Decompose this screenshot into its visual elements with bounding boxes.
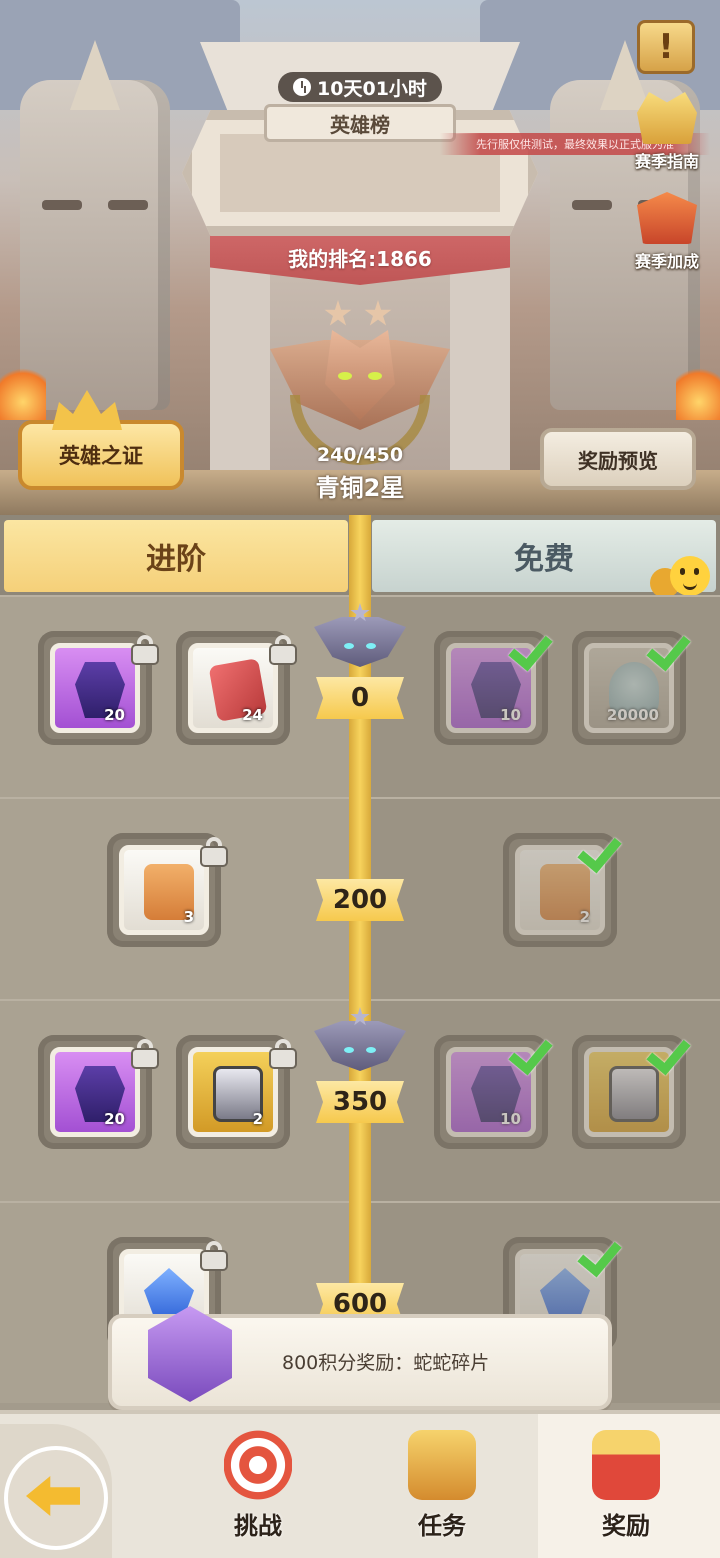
reward-preview-button[interactable]: 奖励预览 (540, 428, 696, 490)
check-icon (581, 831, 627, 865)
reward-card: 2 (188, 1047, 278, 1137)
chat-bubble-icon (648, 556, 712, 600)
helmet-icon (637, 192, 697, 244)
free-reward-item[interactable]: 20000 (572, 631, 686, 745)
nav-tasks[interactable]: 任务 (382, 1430, 502, 1558)
reward-quantity: 20 (104, 1110, 125, 1128)
nav-tasks-label: 任务 (418, 1512, 466, 1540)
milestone-points: 200 (316, 879, 404, 921)
wolf-milestone-icon (314, 1007, 406, 1073)
crown-icon (637, 92, 697, 144)
reward-card: 3 (119, 845, 209, 935)
free-reward-item[interactable]: 10 (434, 631, 548, 745)
bottom-nav: 挑战 任务 奖励 (0, 1410, 720, 1558)
reward-quantity: 10 (500, 1110, 521, 1128)
hero-proof-button[interactable]: 英雄之证 (18, 390, 184, 490)
target-icon (224, 1430, 292, 1500)
nav-challenge-label: 挑战 (234, 1512, 282, 1540)
clock-icon (293, 78, 312, 96)
reward-quantity: 2 (252, 1110, 263, 1128)
lock-icon (270, 635, 296, 663)
star-icon (364, 300, 392, 326)
reward-quantity: 20 (104, 706, 125, 724)
reward-quantity: 10 (500, 706, 521, 724)
season-guide-label: 赛季指南 (634, 152, 699, 171)
free-reward-item[interactable]: 2 (503, 833, 617, 947)
treasure-chest-icon (609, 1066, 659, 1122)
reward-quantity: 24 (242, 706, 263, 724)
advanced-reward-item[interactable]: 24 (176, 631, 295, 745)
advanced-reward-item[interactable]: 20 (38, 1035, 157, 1149)
progress-rail (349, 515, 371, 595)
my-rank: 我的排名:1866 (288, 247, 432, 271)
reward-track[interactable]: 20 24 10 20000 0 3 2 200 20 2 10 350 600 (0, 595, 720, 1410)
reward-card: 20 (50, 643, 140, 733)
check-icon (512, 1033, 558, 1067)
advanced-reward-item[interactable]: 2 (176, 1035, 295, 1149)
wolf-milestone-icon (314, 603, 406, 669)
season-timer: 10天01小时 (278, 72, 442, 102)
nav-rewards-label: 奖励 (602, 1512, 650, 1540)
reward-quantity: 2 (579, 908, 590, 926)
reward-quantity: 20000 (606, 706, 659, 724)
announcement-button[interactable]: ! (637, 20, 695, 74)
leaderboard-title[interactable]: 英雄榜 (264, 104, 456, 142)
tab-advanced-label: 进阶 (146, 542, 206, 577)
next-reward-text: 800积分奖励：蛇蛇碎片 (282, 1352, 490, 1374)
nav-rewards[interactable]: 奖励 (566, 1430, 686, 1558)
wolf-eye (338, 372, 352, 380)
check-icon (581, 1235, 627, 1269)
advanced-reward-item[interactable]: 20 (38, 631, 157, 745)
nav-challenge[interactable]: 挑战 (198, 1430, 318, 1558)
milestone-points: 0 (316, 677, 404, 719)
torch-flame (676, 360, 720, 420)
hero-proof-label: 英雄之证 (59, 444, 143, 468)
lock-icon (132, 635, 158, 663)
next-reward-tooltip[interactable]: 800积分奖励：蛇蛇碎片 (108, 1306, 612, 1410)
reward-card: 24 (188, 643, 278, 733)
snake-hero-portrait-icon (148, 1306, 232, 1402)
timer-text: 10天01小时 (317, 77, 427, 100)
milestone-points: 350 (316, 1081, 404, 1123)
check-icon (650, 1033, 696, 1067)
tab-free-label: 免费 (514, 542, 574, 577)
reward-preview-label: 奖励预览 (578, 448, 658, 473)
lock-icon (132, 1039, 158, 1067)
tab-advanced[interactable]: 进阶 (4, 520, 348, 592)
advanced-reward-item[interactable]: 3 (107, 833, 226, 947)
season-guide-button[interactable]: 赛季指南 (622, 92, 712, 172)
reward-quantity: 3 (183, 908, 194, 926)
torch-flame (0, 360, 46, 420)
reward-card: 20 (50, 1047, 140, 1137)
back-button[interactable] (0, 1424, 112, 1558)
gift-box-icon (592, 1430, 660, 1500)
star-icon (324, 300, 352, 326)
check-icon (512, 629, 558, 663)
lock-icon (270, 1039, 296, 1067)
rank-progress: 240/450 (316, 444, 404, 466)
wolf-eye (368, 372, 382, 380)
free-reward-item[interactable] (572, 1035, 686, 1149)
lock-icon (201, 837, 227, 865)
exclamation-icon: ! (658, 27, 674, 67)
free-reward-item[interactable]: 10 (434, 1035, 548, 1149)
rank-name: 青铜2星 (315, 474, 405, 502)
check-icon (650, 629, 696, 663)
season-bonus-label: 赛季加成 (634, 252, 699, 271)
season-bonus-button[interactable]: 赛季加成 (622, 192, 712, 272)
lock-icon (201, 1241, 227, 1269)
scroll-quest-icon (408, 1430, 476, 1500)
